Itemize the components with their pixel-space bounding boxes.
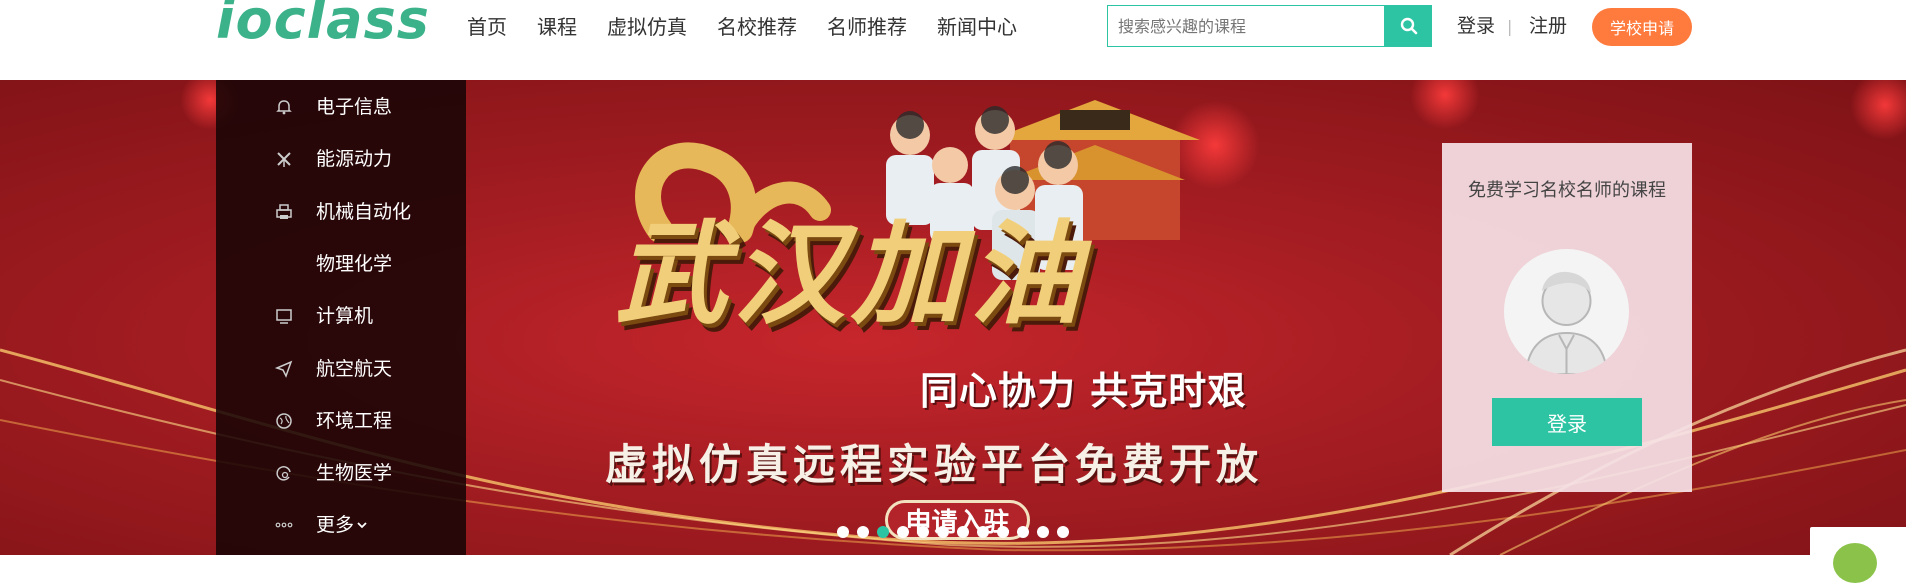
globe-icon [274, 411, 294, 431]
category-label: 航空航天 [316, 358, 393, 380]
carousel-dot[interactable] [857, 526, 869, 538]
category-label: 机械自动化 [316, 201, 412, 223]
search-button[interactable] [1385, 5, 1432, 47]
category-aerospace[interactable]: 航空航天 [216, 349, 466, 389]
banner-glow-decoration [1410, 80, 1480, 130]
nav-home[interactable]: 首页 [467, 12, 507, 42]
category-more-label: 更多 [316, 514, 355, 536]
category-label: 物理化学 [316, 253, 393, 275]
school-apply-button[interactable]: 学校申请 [1592, 8, 1692, 46]
header-divider: | [1507, 17, 1513, 36]
login-card: 免费学习名校名师的课程 登录 [1442, 143, 1692, 492]
category-biomedical[interactable]: 生物医学 [216, 453, 466, 493]
category-label: 更多 [316, 513, 368, 537]
carousel-dot-active[interactable] [877, 526, 889, 538]
windmill-icon [274, 149, 294, 169]
carousel-indicators [837, 526, 1069, 540]
carousel-dot[interactable] [917, 526, 929, 538]
main-nav: 首页 课程 虚拟仿真 名校推荐 名师推荐 新闻中心 [467, 12, 1047, 42]
category-energy[interactable]: 能源动力 [216, 139, 466, 179]
banner-glow-decoration [1850, 80, 1906, 140]
category-computer[interactable]: 计算机 [216, 296, 466, 336]
category-label: 电子信息 [316, 96, 393, 118]
monitor-icon [274, 306, 294, 326]
search-box [1107, 5, 1385, 47]
carousel-dot[interactable] [837, 526, 849, 538]
nav-courses[interactable]: 课程 [537, 12, 577, 42]
nav-teachers[interactable]: 名师推荐 [827, 12, 907, 42]
paper-plane-icon [274, 359, 294, 379]
default-avatar-icon [1524, 271, 1609, 374]
carousel-dot[interactable] [977, 526, 989, 538]
carousel-dot[interactable] [897, 526, 909, 538]
more-dots-icon [274, 515, 294, 535]
category-label: 环境工程 [316, 410, 393, 432]
category-more[interactable]: 更多 [216, 505, 466, 545]
search-icon [1400, 17, 1417, 35]
carousel-dot[interactable] [1017, 526, 1029, 538]
category-menu: 电子信息 能源动力 机械自动化 物理化学 计算机 航空航天 环境工程 生物医学 … [216, 80, 466, 555]
header-register-link[interactable]: 注册 [1529, 12, 1567, 40]
carousel-dot[interactable] [937, 526, 949, 538]
logo-text: ioclass [216, 0, 430, 51]
category-electronics[interactable]: 电子信息 [216, 87, 466, 127]
top-header: ioclass 首页 课程 虚拟仿真 名校推荐 名师推荐 新闻中心 登录 | 注… [0, 0, 1906, 80]
ioclass-logo[interactable]: ioclass [216, 0, 430, 50]
carousel-dot[interactable] [957, 526, 969, 538]
category-physics-chemistry[interactable]: 物理化学 [216, 244, 466, 284]
nav-virtual-sim[interactable]: 虚拟仿真 [607, 12, 687, 42]
carousel-dot[interactable] [997, 526, 1009, 538]
header-login-link[interactable]: 登录 [1457, 12, 1495, 40]
banner-headline: 虚拟仿真远程实验平台免费开放 [605, 440, 1264, 489]
search-input[interactable] [1108, 6, 1383, 46]
category-label: 生物医学 [316, 462, 393, 484]
nav-schools[interactable]: 名校推荐 [717, 12, 797, 42]
carousel-dot[interactable] [1057, 526, 1069, 538]
bell-icon [274, 97, 294, 117]
category-label: 能源动力 [316, 148, 393, 170]
carousel-dot[interactable] [1037, 526, 1049, 538]
category-mechanical[interactable]: 机械自动化 [216, 192, 466, 232]
category-label: 计算机 [316, 305, 374, 327]
banner-slogan-sub: 同心协力 共克时艰 [920, 369, 1247, 413]
category-environment[interactable]: 环境工程 [216, 401, 466, 441]
login-card-text: 免费学习名校名师的课程 [1468, 180, 1666, 201]
card-login-button[interactable]: 登录 [1492, 398, 1642, 446]
nav-news[interactable]: 新闻中心 [937, 12, 1017, 42]
bio-icon [274, 463, 294, 483]
banner-slogan-main: 武汉加油 [615, 210, 1087, 340]
chat-icon[interactable] [1833, 543, 1877, 583]
printer-icon [274, 202, 294, 222]
avatar [1504, 249, 1629, 374]
chevron-down-icon [357, 522, 367, 529]
